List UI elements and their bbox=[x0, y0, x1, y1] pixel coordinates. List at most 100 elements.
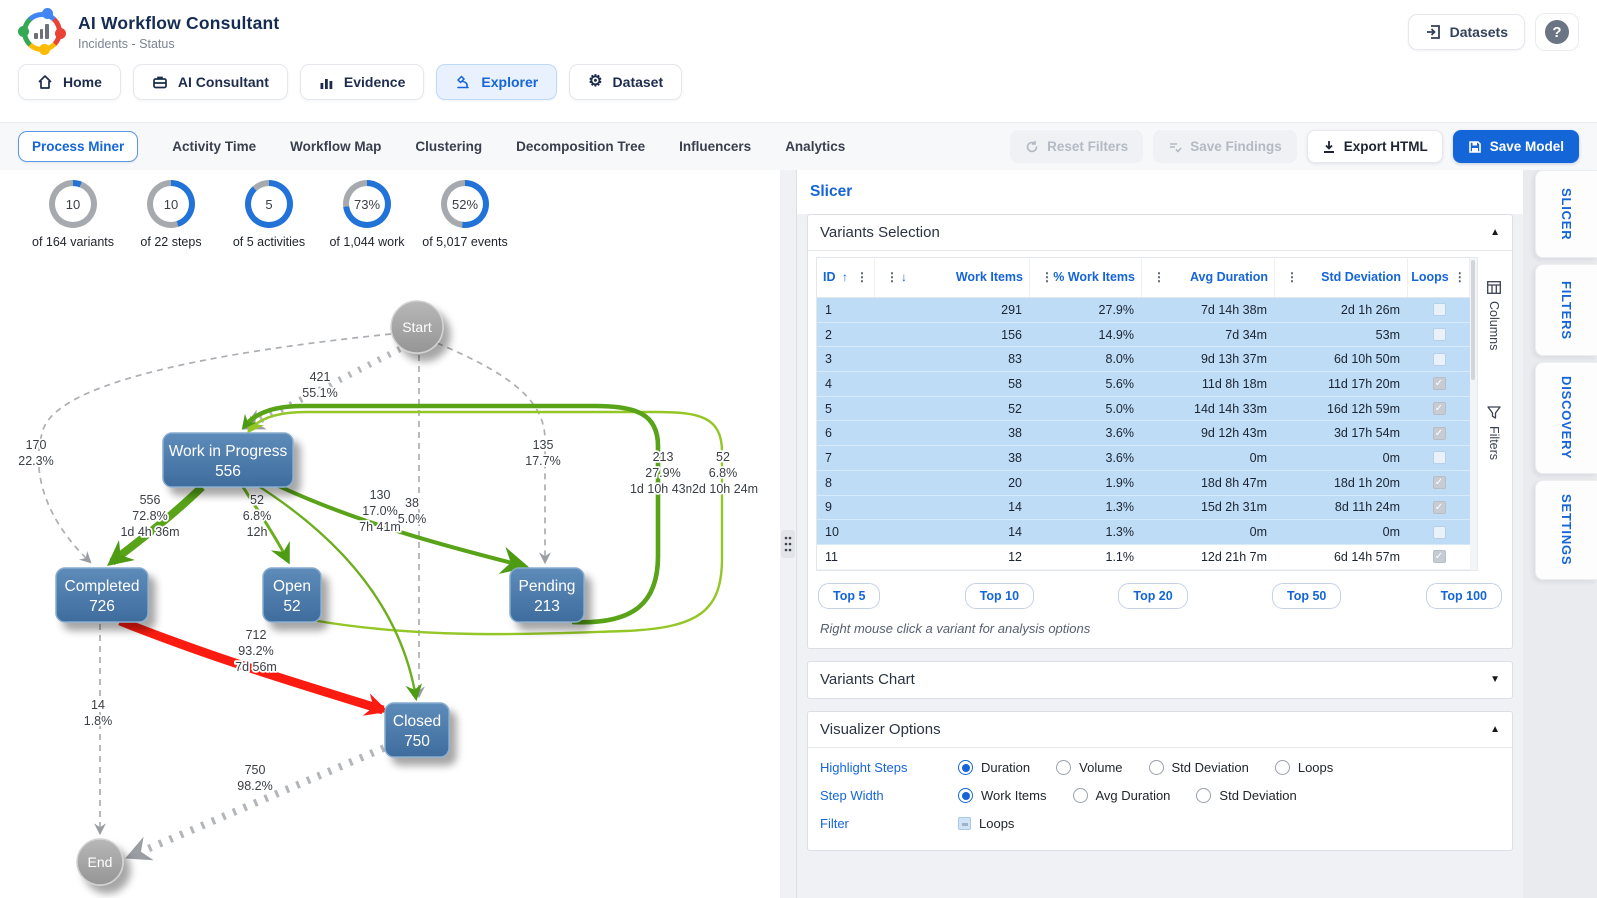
variant-row-2[interactable]: 2 156 14.9% 7d 34m 53m bbox=[817, 322, 1470, 348]
tab-influencers[interactable]: Influencers bbox=[679, 139, 751, 154]
loops-checkbox[interactable]: ✓ bbox=[1432, 426, 1446, 440]
stat-caption: of 5 activities bbox=[232, 235, 306, 249]
option-label: Avg Duration bbox=[1095, 788, 1171, 804]
nav-dataset-button[interactable]: ⚙ Dataset bbox=[569, 64, 683, 100]
save-findings-button[interactable]: Save Findings bbox=[1153, 130, 1297, 163]
col-header-avg-duration[interactable]: ⋮ Avg Duration bbox=[1142, 258, 1275, 297]
side-tab-slicer[interactable]: SLICER bbox=[1535, 170, 1597, 258]
filters-rail-button[interactable]: Filters bbox=[1487, 406, 1501, 460]
nav-evidence-button[interactable]: Evidence bbox=[299, 64, 425, 100]
tab-process-miner[interactable]: Process Miner bbox=[18, 131, 139, 162]
app-logo-icon bbox=[18, 8, 66, 56]
avg-duration: 11d 8h 18m bbox=[1201, 376, 1267, 391]
variant-row-1[interactable]: 1 291 27.9% 7d 14h 38m 2d 1h 26m bbox=[817, 298, 1470, 323]
column-menu-icon[interactable]: ⋮ bbox=[1454, 270, 1466, 285]
node-end-label: End bbox=[88, 854, 113, 870]
variant-row-10[interactable]: 10 14 1.3% 0m 0m bbox=[817, 520, 1470, 545]
top-10-button[interactable]: Top 10 bbox=[964, 582, 1035, 609]
nav-explorer-button[interactable]: Explorer bbox=[436, 64, 558, 100]
columns-rail-button[interactable]: Columns bbox=[1487, 281, 1501, 350]
variant-row-5[interactable]: 5 52 5.0% 14d 14h 33m 16d 12h 59m ✓ bbox=[817, 396, 1470, 422]
side-tab-filters[interactable]: FILTERS bbox=[1535, 264, 1597, 356]
loops-checkbox[interactable] bbox=[1432, 451, 1446, 465]
option-avg-duration[interactable]: Avg Duration bbox=[1072, 788, 1171, 804]
app-subtitle: Incidents - Status bbox=[78, 37, 175, 51]
variant-row-7[interactable]: 7 38 3.6% 0m 0m bbox=[817, 446, 1470, 471]
option-work-items[interactable]: Work Items bbox=[958, 788, 1047, 804]
col-header-pct-work-items[interactable]: ⋮% Work Items bbox=[1030, 258, 1142, 297]
option-loops[interactable]: Loops bbox=[958, 816, 1014, 831]
column-menu-icon[interactable]: ⋮ bbox=[856, 270, 868, 285]
option-std-deviation[interactable]: Std Deviation bbox=[1148, 760, 1249, 776]
option-loops[interactable]: Loops bbox=[1274, 760, 1333, 776]
edge-start-to-pending[interactable] bbox=[436, 342, 551, 565]
col-header-id[interactable]: ID ↑ ⋮ bbox=[817, 258, 875, 297]
tab-clustering[interactable]: Clustering bbox=[415, 139, 482, 154]
col-header-std-deviation[interactable]: ⋮ Std Deviation bbox=[1275, 258, 1408, 297]
loops-checkbox[interactable] bbox=[1432, 525, 1446, 539]
reset-icon bbox=[1026, 140, 1038, 152]
variant-row-6[interactable]: 6 38 3.6% 9d 12h 43m 3d 17h 54m ✓ bbox=[817, 421, 1470, 447]
collapse-up-icon[interactable]: ▲ bbox=[1490, 724, 1500, 735]
option-label: Loops bbox=[979, 816, 1015, 832]
std-deviation: 53m bbox=[1375, 327, 1400, 342]
panel-resize-handle[interactable] bbox=[781, 530, 795, 558]
checkbox-icon[interactable] bbox=[958, 817, 971, 831]
radio-icon[interactable] bbox=[1196, 788, 1212, 804]
collapse-up-icon[interactable]: ▲ bbox=[1490, 227, 1500, 238]
side-tab-discovery[interactable]: DISCOVERY bbox=[1535, 362, 1597, 474]
option-std-deviation[interactable]: Std Deviation bbox=[1196, 788, 1297, 804]
loops-checkbox[interactable]: ✓ bbox=[1432, 500, 1446, 514]
collapse-down-icon[interactable]: ▼ bbox=[1490, 674, 1500, 685]
tab-activity-time[interactable]: Activity Time bbox=[172, 139, 256, 154]
loops-checkbox[interactable] bbox=[1432, 328, 1446, 342]
side-tab-settings[interactable]: SETTINGS bbox=[1535, 480, 1597, 580]
tab-analytics[interactable]: Analytics bbox=[785, 139, 845, 154]
variant-row-8[interactable]: 8 20 1.9% 18d 8h 47m 18d 1h 20m ✓ bbox=[817, 470, 1470, 496]
tab-decomposition-tree[interactable]: Decomposition Tree bbox=[516, 139, 645, 154]
col-header-work-items[interactable]: ⋮ ↓ Work Items bbox=[875, 258, 1030, 297]
viz-row-label[interactable]: Highlight Steps bbox=[820, 760, 958, 775]
datasets-button[interactable]: Datasets bbox=[1407, 14, 1525, 50]
col-header-loops[interactable]: Loops ⋮ bbox=[1408, 258, 1470, 297]
columns-grid-icon bbox=[1487, 281, 1501, 294]
export-html-button[interactable]: Export HTML bbox=[1306, 130, 1443, 163]
variant-row-11[interactable]: 11 12 1.1% 12d 21h 7m 6d 14h 57m ✓ bbox=[817, 544, 1470, 570]
nav-home-button[interactable]: Home bbox=[18, 64, 121, 100]
nav-ai-consultant-button[interactable]: AI Consultant bbox=[132, 64, 288, 100]
variant-row-9[interactable]: 9 14 1.3% 15d 2h 31m 8d 11h 24m ✓ bbox=[817, 495, 1470, 521]
column-menu-icon[interactable]: ⋮ bbox=[886, 270, 898, 285]
reset-filters-button[interactable]: Reset Filters bbox=[1010, 130, 1144, 163]
viz-row-label[interactable]: Filter bbox=[820, 816, 958, 831]
radio-icon[interactable] bbox=[1056, 760, 1072, 776]
column-menu-icon[interactable]: ⋮ bbox=[1041, 270, 1053, 285]
variant-row-4[interactable]: 4 58 5.6% 11d 8h 18m 11d 17h 20m ✓ bbox=[817, 372, 1470, 397]
option-volume[interactable]: Volume bbox=[1056, 760, 1123, 776]
avg-duration: 12d 21h 7m bbox=[1200, 549, 1267, 564]
viz-row-label[interactable]: Step Width bbox=[820, 788, 958, 803]
loops-checkbox[interactable]: ✓ bbox=[1432, 402, 1446, 416]
top-50-button[interactable]: Top 50 bbox=[1272, 582, 1342, 609]
variant-row-3[interactable]: 3 83 8.0% 9d 13h 37m 6d 10h 50m bbox=[817, 347, 1470, 373]
option-duration[interactable]: Duration bbox=[958, 760, 1030, 776]
column-menu-icon[interactable]: ⋮ bbox=[1153, 270, 1165, 285]
loops-checkbox[interactable]: ✓ bbox=[1432, 476, 1446, 490]
column-menu-icon[interactable]: ⋮ bbox=[1286, 270, 1298, 285]
save-model-button[interactable]: Save Model bbox=[1452, 130, 1579, 163]
top-20-button[interactable]: Top 20 bbox=[1118, 582, 1188, 609]
pct-work-items: 5.6% bbox=[1105, 376, 1135, 391]
top-100-button[interactable]: Top 100 bbox=[1425, 582, 1502, 609]
help-button[interactable]: ? bbox=[1535, 13, 1579, 51]
radio-icon[interactable] bbox=[958, 760, 973, 776]
loops-checkbox[interactable]: ✓ bbox=[1432, 550, 1446, 564]
loops-checkbox[interactable] bbox=[1432, 303, 1446, 317]
top-5-button[interactable]: Top 5 bbox=[818, 582, 881, 609]
tab-workflow-map[interactable]: Workflow Map bbox=[290, 139, 381, 154]
radio-icon[interactable] bbox=[958, 788, 973, 804]
loops-checkbox[interactable] bbox=[1432, 352, 1446, 366]
radio-icon[interactable] bbox=[1148, 760, 1164, 776]
table-scrollbar[interactable] bbox=[1470, 257, 1478, 571]
radio-icon[interactable] bbox=[1072, 788, 1088, 804]
radio-icon[interactable] bbox=[1274, 760, 1290, 776]
loops-checkbox[interactable]: ✓ bbox=[1432, 377, 1446, 391]
